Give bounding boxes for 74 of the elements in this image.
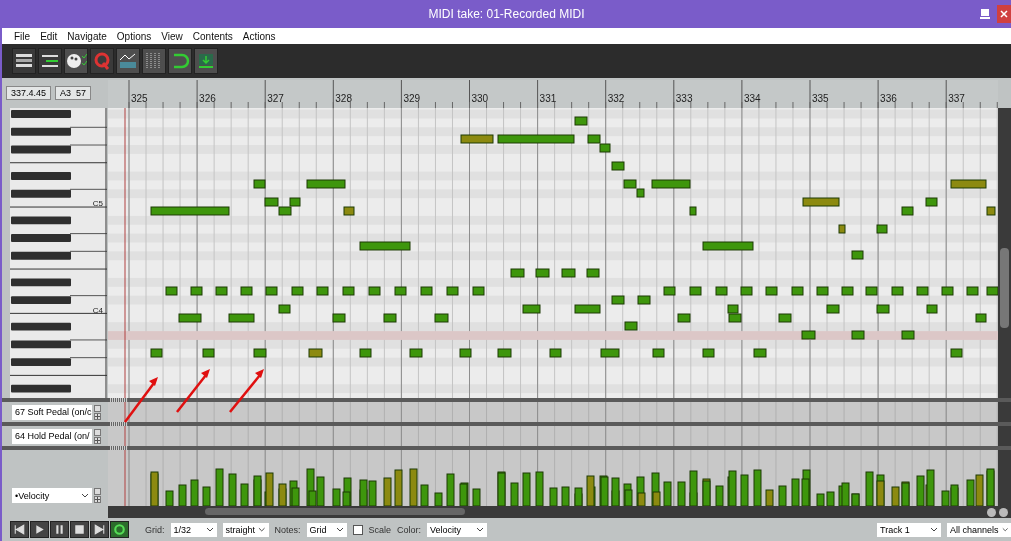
grid-size-dropdown[interactable]: 1/32 xyxy=(170,522,217,537)
playhead-line xyxy=(124,426,126,446)
curve-icon[interactable] xyxy=(116,48,140,74)
collapse-button[interactable] xyxy=(94,488,101,495)
horizontal-scrollbar[interactable] xyxy=(108,506,968,518)
quantize-icon[interactable] xyxy=(90,48,114,74)
lines-icon[interactable] xyxy=(38,48,62,74)
add-lane-button[interactable] xyxy=(94,496,101,503)
caret-icon xyxy=(258,526,266,533)
playhead-line xyxy=(124,402,126,422)
close-button[interactable] xyxy=(997,5,1011,23)
lane-selector[interactable]: •Velocity xyxy=(12,488,92,503)
note-snap-dropdown[interactable]: Grid xyxy=(306,522,347,537)
window-title: MIDI take: 01-Recorded MIDI xyxy=(428,7,585,21)
menu-item[interactable]: View xyxy=(161,30,183,42)
zoom-out-button[interactable] xyxy=(999,507,1008,517)
menu-item[interactable]: File xyxy=(14,30,31,42)
menu-item[interactable]: Edit xyxy=(40,30,58,42)
note-readout: A3 57 xyxy=(55,86,92,100)
timeline-ruler[interactable]: 325 326 327 328 329 330 331 332 333 334 335 336 337 xyxy=(108,80,998,108)
collapse-button[interactable] xyxy=(94,404,101,412)
scale-label: Scale xyxy=(368,524,392,535)
scrollbar-thumb[interactable] xyxy=(1000,248,1009,328)
position-readout: 337.4.45 xyxy=(6,86,52,100)
collapse-button[interactable] xyxy=(94,428,101,436)
resize-handle[interactable] xyxy=(110,422,128,426)
track-dropdown[interactable]: Track 1 xyxy=(877,522,941,537)
scale-checkbox[interactable] xyxy=(352,524,363,535)
zoom-in-button[interactable] xyxy=(987,507,996,517)
caret-icon xyxy=(205,526,214,533)
swing-dropdown[interactable]: straight xyxy=(222,522,269,537)
caret-icon xyxy=(930,526,938,533)
lane-selector[interactable]: 64 Hold Pedal (on/ xyxy=(12,428,92,444)
repeat-icon[interactable] xyxy=(110,521,129,538)
caret-icon xyxy=(81,492,89,499)
midi-notes-drawing[interactable] xyxy=(150,116,998,358)
play-icon[interactable] xyxy=(30,521,49,538)
piano-roll-grid[interactable] xyxy=(108,108,998,398)
palette-icon[interactable] xyxy=(64,48,88,74)
grid-label: Grid: xyxy=(145,524,165,535)
caret-icon xyxy=(1001,526,1008,533)
annotation-arrow xyxy=(176,369,210,413)
skip-forward-icon[interactable] xyxy=(90,521,109,538)
restore-icon[interactable] xyxy=(979,8,991,20)
resize-handle[interactable] xyxy=(110,398,128,402)
velocity-lane[interactable] xyxy=(108,450,998,506)
color-label: Color: xyxy=(397,524,422,535)
channel-dropdown[interactable]: All channels xyxy=(947,522,1011,537)
menu-item[interactable]: Options xyxy=(116,30,152,42)
caret-icon xyxy=(476,526,485,533)
annotation-arrow xyxy=(124,377,158,423)
menu-item[interactable]: Navigate xyxy=(67,30,107,42)
list-icon[interactable] xyxy=(12,48,36,74)
notes-label: Notes: xyxy=(274,524,301,535)
add-lane-button[interactable] xyxy=(94,436,101,444)
menu-item[interactable]: Actions xyxy=(242,30,276,42)
lane-selector[interactable]: 67 Soft Pedal (on/c xyxy=(12,404,92,420)
piano-keyboard[interactable]: C5 C4 xyxy=(10,108,107,398)
annotation-arrow xyxy=(229,369,264,413)
menu-item[interactable]: Contents xyxy=(192,30,233,42)
skip-back-icon[interactable] xyxy=(10,521,29,538)
resize-handle[interactable] xyxy=(110,446,128,450)
color-mode-dropdown[interactable]: Velocity xyxy=(427,522,488,537)
add-lane-button[interactable] xyxy=(94,412,101,420)
import-icon[interactable] xyxy=(194,48,218,74)
playhead-line xyxy=(124,450,126,506)
pause-icon[interactable] xyxy=(50,521,69,538)
scrollbar-track xyxy=(998,402,1011,422)
grid-icon[interactable] xyxy=(142,48,166,74)
caret-icon xyxy=(335,526,344,533)
velocity-bars-drawing[interactable] xyxy=(150,468,995,506)
scrollbar-track xyxy=(998,426,1011,446)
stop-icon[interactable] xyxy=(70,521,89,538)
loop-icon[interactable] xyxy=(168,48,192,74)
